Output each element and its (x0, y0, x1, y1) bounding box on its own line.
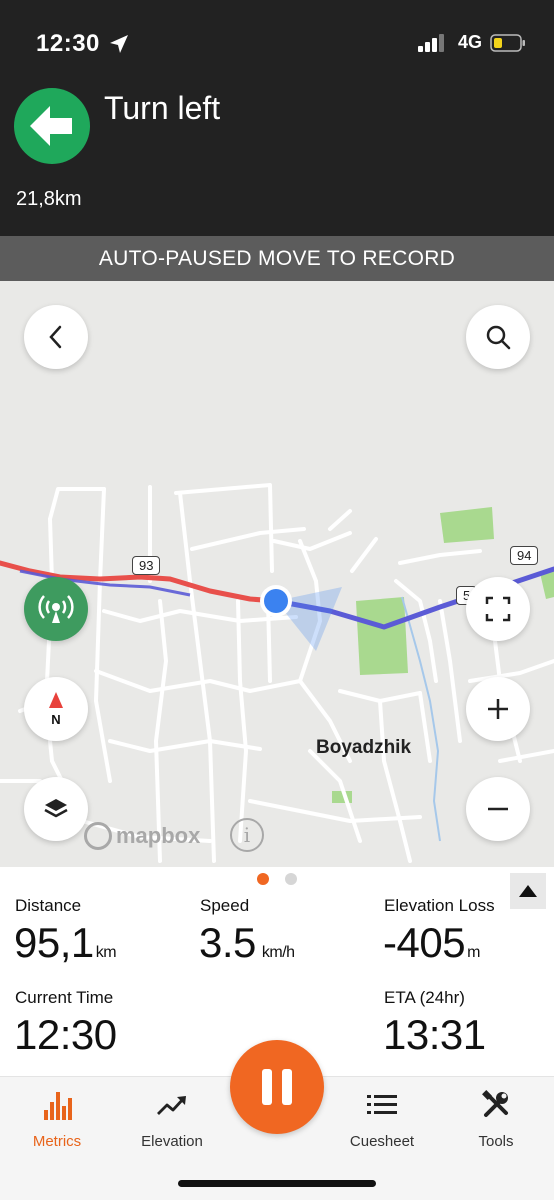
tab-metrics-label: Metrics (32, 1133, 82, 1150)
compass-icon: N (49, 691, 63, 727)
road-label-93: 93 (132, 556, 161, 575)
speed-label: Speed (200, 896, 250, 915)
info-icon[interactable]: i (230, 818, 264, 852)
location-arrow-icon (110, 35, 128, 53)
status-time: 12:30 (36, 30, 100, 57)
layers-icon (44, 799, 68, 818)
page-dot-active[interactable] (257, 873, 269, 885)
caret-up-icon (519, 885, 537, 897)
battery-icon (490, 34, 525, 52)
tab-elevation-label: Elevation (141, 1133, 203, 1150)
back-icon (49, 325, 62, 349)
live-broadcast-icon (38, 595, 74, 623)
tab-cuesheet-label: Cuesheet (349, 1133, 415, 1150)
speed-value: 3.5 km/h (199, 919, 295, 967)
zoom-out-button[interactable] (466, 777, 530, 841)
status-bar: 12:30 4G (36, 30, 526, 60)
turn-left-badge (14, 88, 90, 164)
turn-distance: 21,8km (16, 188, 82, 210)
place-label: Boyadzhik (316, 737, 412, 758)
mapbox-attribution: mapbox (116, 823, 201, 848)
list-icon (367, 1095, 397, 1114)
mapbox-logo (84, 822, 112, 850)
elevation-loss-number: -405 (383, 919, 466, 966)
zoom-in-button[interactable] (466, 677, 530, 741)
network-type: 4G (457, 32, 482, 52)
turn-left-arrow-icon (30, 106, 72, 146)
distance-unit: km (95, 944, 117, 961)
back-button[interactable] (24, 305, 88, 369)
zoom-in-icon (488, 699, 508, 719)
map-view[interactable]: 93 94 5 Boyadzhik N mapbox i (0, 281, 554, 867)
tab-metrics[interactable]: Metrics (7, 1089, 107, 1150)
distance-number: 95,1 (14, 919, 94, 966)
fullscreen-icon (485, 596, 511, 622)
search-icon (486, 325, 511, 350)
tab-tools-label: Tools (478, 1133, 514, 1150)
tab-elevation[interactable]: Elevation (122, 1089, 222, 1150)
navigation-header: 12:30 4G Turn left 21,8km (0, 0, 554, 236)
signal-strength-icon (418, 34, 444, 52)
search-button[interactable] (466, 305, 530, 369)
current-time-value: 12:30 (14, 1011, 117, 1058)
map-canvas[interactable] (0, 281, 554, 867)
pause-icon-bar-right (282, 1069, 292, 1105)
compass-button[interactable]: N (24, 677, 88, 741)
road-label-94: 94 (510, 546, 539, 565)
current-time-label: Current Time (15, 988, 114, 1007)
fullscreen-button[interactable] (466, 577, 530, 641)
live-broadcast-button[interactable] (24, 577, 88, 641)
distance-value: 95,1 km (14, 919, 117, 967)
elevation-loss-value: -405 m (383, 919, 480, 967)
auto-pause-banner: AUTO-PAUSED MOVE TO RECORD (0, 236, 554, 281)
pause-button[interactable] (230, 1040, 324, 1134)
tab-cuesheet[interactable]: Cuesheet (332, 1089, 432, 1150)
speed-number: 3.5 (199, 919, 256, 966)
tab-tools[interactable]: Tools (446, 1089, 546, 1150)
speed-unit: km/h (261, 944, 295, 961)
tools-icon (482, 1090, 508, 1117)
layers-button[interactable] (24, 777, 88, 841)
eta-value: 13:31 (383, 1011, 486, 1058)
bar-chart-icon (44, 1092, 72, 1120)
eta-label: ETA (24hr) (384, 988, 465, 1007)
elevation-loss-label: Elevation Loss (384, 896, 495, 915)
pause-icon-bar-left (262, 1069, 272, 1105)
page-dot[interactable] (285, 873, 297, 885)
home-indicator[interactable] (178, 1180, 376, 1187)
turn-instruction: Turn left (104, 90, 221, 126)
trend-up-icon (157, 1096, 186, 1115)
compass-letter: N (51, 711, 61, 727)
zoom-out-icon (488, 807, 508, 811)
expand-panel-button[interactable] (510, 873, 546, 909)
elevation-loss-unit: m (467, 944, 480, 961)
distance-label: Distance (15, 896, 82, 915)
